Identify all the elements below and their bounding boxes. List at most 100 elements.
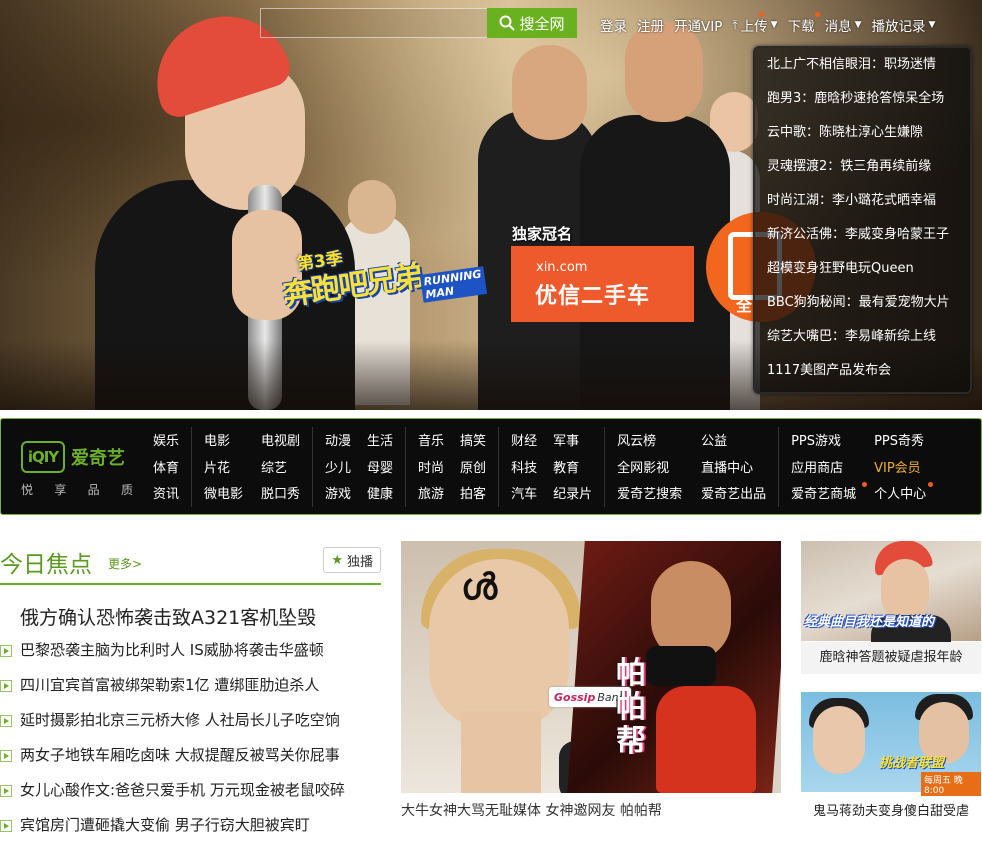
- news-list: 巴黎恐袭主脑为比利时人 IS威胁将袭击华盛顿 四川宜宾首富被绑架勒索1亿 遭绑匪肋…: [0, 633, 381, 843]
- nav-link[interactable]: 军事: [553, 429, 579, 454]
- news-item-text: 巴黎恐袭主脑为比利时人 IS威胁将袭击华盛顿: [20, 641, 324, 659]
- news-item[interactable]: 延时摄影拍北京三元桥大修 人社局长儿子吃空饷: [0, 703, 381, 738]
- nav-link[interactable]: 风云榜: [617, 429, 687, 454]
- playlist-item[interactable]: 北上广不相信眼泪：职场迷情: [755, 48, 970, 82]
- playlist-item[interactable]: 时尚江湖：李小璐花式晒幸福: [755, 184, 970, 218]
- nav-link[interactable]: 少儿: [325, 456, 353, 481]
- nav-link[interactable]: 教育: [553, 456, 579, 481]
- gossip-bang-image[interactable]: ൾ Gossip Bang 帕帕帮: [401, 541, 781, 793]
- playlist-item[interactable]: 综艺大嘴巴：李易峰新综上线: [755, 320, 970, 354]
- news-item[interactable]: 两女子地铁车厢吃卤味 大叔提醒反被骂关你屁事: [0, 738, 381, 773]
- playlist-item[interactable]: 1117美图产品发布会: [755, 354, 970, 388]
- gossip-tag-a: Gossip: [554, 690, 596, 704]
- nav-link[interactable]: 公益: [701, 429, 727, 454]
- register-link[interactable]: 注册: [637, 15, 664, 35]
- gossip-caption[interactable]: 大牛女神大骂无耻媒体 女神邀网友 帕帕帮: [401, 800, 781, 820]
- headline-link[interactable]: 俄方确认恐怖袭击致A321客机坠毁: [20, 603, 316, 630]
- upload-menu[interactable]: ⤒ 上传 ▼: [732, 12, 778, 35]
- news-item[interactable]: 巴黎恐袭主脑为比利时人 IS威胁将袭击华盛顿: [0, 633, 381, 668]
- more-link[interactable]: 更多>: [108, 555, 142, 572]
- nav-link[interactable]: 游戏: [325, 482, 353, 507]
- playlist-item[interactable]: 云中歌：陈晓杜淳心生嫌隙: [755, 116, 970, 150]
- nav-link[interactable]: 财经: [511, 429, 539, 454]
- section-title: 今日焦点: [0, 552, 92, 578]
- slogan-char: 悦: [21, 483, 34, 497]
- nav-link[interactable]: 个人中心: [874, 482, 934, 507]
- nav-link[interactable]: 综艺: [261, 456, 287, 481]
- nav-link[interactable]: 体育: [153, 456, 179, 481]
- nav-link[interactable]: 爱奇艺搜索: [617, 482, 687, 507]
- news-item[interactable]: 四川宜宾首富被绑架勒索1亿 遭绑匪肋迫杀人: [0, 668, 381, 703]
- play-icon: [0, 679, 12, 692]
- nav-link[interactable]: 生活: [367, 429, 393, 454]
- playlist-item[interactable]: 超模变身狂野电玩Queen: [755, 252, 970, 286]
- nav-link[interactable]: PPS奇秀: [874, 429, 924, 454]
- login-link[interactable]: 登录: [600, 15, 627, 35]
- nav-link[interactable]: 动漫: [325, 429, 353, 454]
- nav-link[interactable]: 娱乐: [153, 429, 179, 454]
- gossip-woman-top: [646, 646, 716, 686]
- search-input[interactable]: [260, 8, 488, 38]
- nav-link[interactable]: 旅游: [418, 482, 446, 507]
- nav-link[interactable]: 科技: [511, 456, 539, 481]
- hero-playlist: 北上广不相信眼泪：职场迷情 跑男3：鹿晗秒速抢答惊呆全场 云中歌：陈晓杜淳心生嫌隙灵…: [753, 46, 972, 394]
- open-vip-link[interactable]: 开通VIP: [674, 15, 722, 35]
- hero-person-man-2-head: [625, 22, 703, 122]
- video-thumb[interactable]: 挑战者联盟 每周五 晚8:00 鬼马蒋劲夫变身傻白甜受虐: [801, 692, 981, 818]
- nav-link[interactable]: 原创: [460, 456, 486, 481]
- playlist-item[interactable]: 跑男3：鹿晗秒速抢答惊呆全场: [755, 82, 970, 116]
- nav-link[interactable]: 纪录片: [553, 482, 592, 507]
- download-link[interactable]: 下载: [788, 12, 820, 35]
- nav-column-5: 财经 军事 科技 教育 汽车 纪录片: [498, 427, 604, 507]
- nav-link[interactable]: 应用商店: [791, 456, 860, 481]
- nav-link[interactable]: 搞笑: [460, 429, 486, 454]
- gossip-neck: [461, 711, 541, 793]
- news-item-text: 四川宜宾首富被绑架勒索1亿 遭绑匪肋迫杀人: [20, 676, 320, 694]
- thumb-title: 鹿晗神答题被疑虐报年龄: [801, 642, 981, 674]
- nav-column-1: 娱乐 体育 资讯: [141, 427, 191, 507]
- news-item[interactable]: 女儿心酸作文:爸爸只爱手机 万元现金被老鼠咬碎: [0, 773, 381, 808]
- nav-link[interactable]: 时尚: [418, 456, 446, 481]
- news-item[interactable]: 宾馆房门遭砸撬大变偷 男子行窃大胆被宾盯: [0, 808, 381, 843]
- nav-link[interactable]: 微电影: [204, 482, 247, 507]
- nav-link[interactable]: 拍客: [460, 482, 486, 507]
- nav-column-4: 音乐 搞笑 时尚 原创 旅游 拍客: [405, 427, 498, 507]
- nav-link-vip[interactable]: VIP会员: [874, 456, 921, 481]
- nav-link[interactable]: 片花: [204, 456, 247, 481]
- slogan-char: 质: [120, 483, 133, 497]
- playlist-item[interactable]: 灵魂摆渡2：铁三角再续前缘: [755, 150, 970, 184]
- nav-link[interactable]: 直播中心: [701, 456, 753, 481]
- messages-menu[interactable]: 消息 ▼: [825, 15, 862, 35]
- nav-link[interactable]: 全网影视: [617, 456, 687, 481]
- playlist-item[interactable]: 新济公活佛：李威变身哈蒙王子: [755, 218, 970, 252]
- nav-link[interactable]: PPS游戏: [791, 429, 860, 454]
- video-thumb[interactable]: 经典曲目我还是知道的 鹿晗神答题被疑虐报年龄: [801, 541, 981, 676]
- exclusive-button[interactable]: ★ 独播: [323, 547, 381, 573]
- top-nav: 登录 注册 开通VIP ⤒ 上传 ▼ 下载 消息 ▼ 播放记录 ▼: [600, 12, 972, 35]
- channel-columns: 娱乐 体育 资讯 电影 电视剧 片花 综艺 微电影 脱口秀 动漫 生活 少儿 母婴 游戏健…: [141, 427, 938, 507]
- nav-link[interactable]: 音乐: [418, 429, 446, 454]
- search-button[interactable]: 搜全网: [487, 8, 577, 38]
- playlist-item[interactable]: BBC狗狗秘闻：最有爱宠物大片: [755, 286, 970, 320]
- slogan-char: 品: [87, 483, 100, 497]
- history-menu[interactable]: 播放记录 ▼: [872, 15, 936, 35]
- nav-link[interactable]: 爱奇艺出品: [701, 482, 766, 507]
- gossip-face: [429, 559, 569, 729]
- nav-link[interactable]: 健康: [367, 482, 393, 507]
- nav-column-6: 风云榜 公益 全网影视 直播中心 爱奇艺搜索 爱奇艺出品: [604, 427, 778, 507]
- nav-link[interactable]: 资讯: [153, 482, 179, 507]
- nav-link[interactable]: 脱口秀: [261, 482, 300, 507]
- logo-slogan: 悦 享 品 质: [21, 481, 133, 498]
- iqiyi-logo[interactable]: iQIY 爱奇艺: [21, 441, 125, 473]
- anger-icon: ൾ: [461, 567, 498, 608]
- nav-link[interactable]: 电视剧: [261, 429, 300, 454]
- thumb-overlay-text: 经典曲目我还是知道的: [804, 615, 935, 630]
- nav-link[interactable]: 母婴: [367, 456, 393, 481]
- star-icon: ★: [331, 552, 343, 568]
- nav-link[interactable]: 爱奇艺商城: [791, 482, 868, 507]
- nav-link[interactable]: 电影: [204, 429, 247, 454]
- sponsor-logo[interactable]: xin.com 优信二手车: [511, 246, 694, 322]
- thumb-image: 经典曲目我还是知道的: [801, 541, 981, 655]
- news-item-text: 女儿心酸作文:爸爸只爱手机 万元现金被老鼠咬碎: [20, 781, 345, 799]
- nav-link[interactable]: 汽车: [511, 482, 539, 507]
